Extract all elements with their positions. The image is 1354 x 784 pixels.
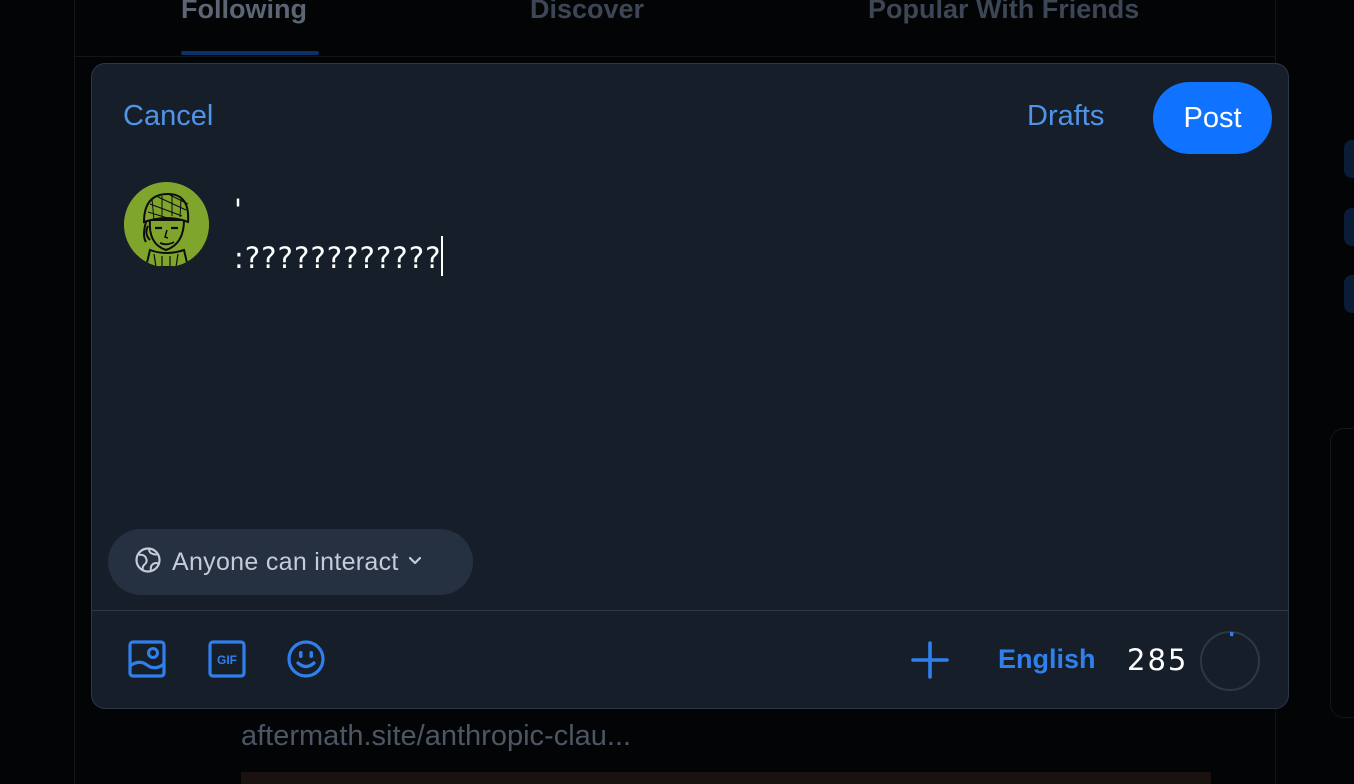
character-progress-fill [1201, 632, 1259, 690]
post-text-line: :???????????? [234, 234, 1254, 282]
cancel-button[interactable]: Cancel [123, 100, 213, 133]
post-text-editor[interactable]: ':???????????? [234, 186, 1254, 506]
sidebar-pill [1344, 208, 1354, 246]
avatar [124, 182, 209, 267]
gif-icon[interactable]: GIF [207, 639, 247, 679]
tab-discover[interactable]: Discover [530, 0, 644, 25]
post-image-edge [241, 772, 1211, 784]
interaction-settings-button[interactable]: Anyone can interact [108, 529, 473, 595]
sidebar-pill [1344, 140, 1354, 178]
plus-icon[interactable] [910, 640, 950, 680]
svg-text:GIF: GIF [217, 653, 237, 667]
emoji-icon[interactable] [286, 639, 326, 679]
image-icon[interactable] [127, 639, 167, 679]
avatar-illustration [124, 182, 209, 267]
compose-modal: Cancel Drafts Post ':???????????? Anyone… [91, 63, 1289, 709]
sidebar-card [1330, 428, 1354, 718]
interaction-settings-label: Anyone can interact [172, 547, 399, 576]
tab-popular-with-friends[interactable]: Popular With Friends [868, 0, 1139, 25]
language-selector[interactable]: English [998, 644, 1096, 675]
chevron-down-icon [407, 552, 423, 573]
character-count: 285 [1127, 643, 1189, 677]
text-caret [441, 236, 444, 276]
tab-divider [75, 56, 1275, 57]
character-progress-ring [1199, 630, 1261, 692]
drafts-button[interactable]: Drafts [1027, 100, 1104, 133]
toolbar-divider [92, 610, 1288, 611]
post-button[interactable]: Post [1153, 82, 1272, 154]
feed-border-left [74, 0, 75, 784]
sidebar-pill [1344, 275, 1354, 313]
post-text-line: ' [234, 193, 243, 227]
tab-following[interactable]: Following [181, 0, 307, 25]
post-link-text[interactable]: aftermath.site/anthropic-clau... [241, 720, 631, 753]
post-text-line-content: :???????????? [234, 241, 442, 275]
globe-icon [134, 546, 162, 579]
active-tab-indicator [181, 51, 319, 55]
